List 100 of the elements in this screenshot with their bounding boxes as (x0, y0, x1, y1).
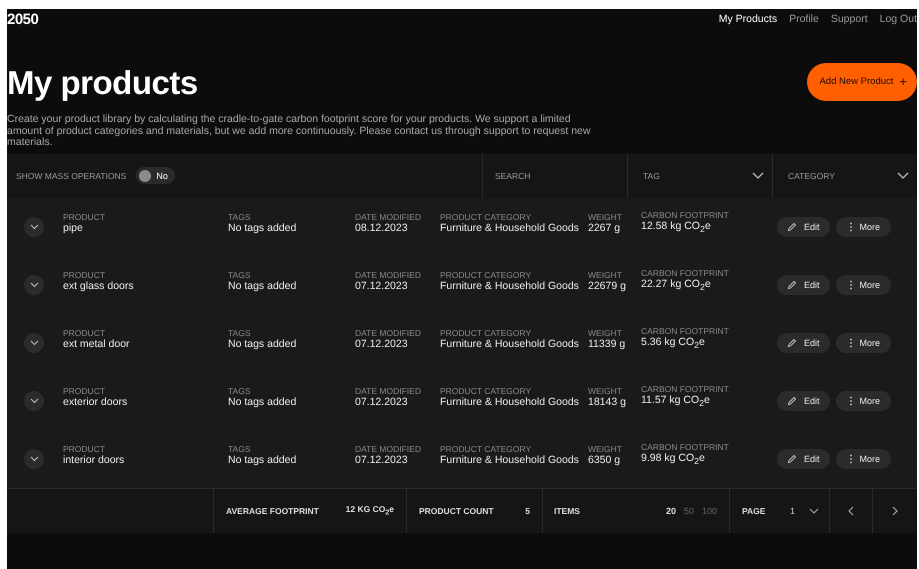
expand-button[interactable] (24, 332, 44, 352)
logo[interactable]: 2050 (7, 10, 38, 28)
field-label: DATE MODIFIED (355, 270, 422, 280)
field-label: DATE MODIFIED (355, 212, 422, 222)
chevron-down-icon (30, 282, 38, 288)
field-label: DATE MODIFIED (355, 386, 422, 396)
field-label: PRODUCT CATEGORY (440, 386, 532, 396)
pencil-icon (787, 396, 797, 406)
more-button[interactable]: More (836, 332, 892, 352)
field-label: WEIGHT (588, 386, 623, 396)
field-label: PRODUCT (63, 328, 106, 338)
page-select[interactable]: 1 (790, 506, 819, 516)
tags-value: No tags added (228, 454, 298, 467)
chevron-down-icon (752, 172, 764, 180)
field-label: PRODUCT CATEGORY (440, 270, 532, 280)
edit-button[interactable]: Edit (777, 448, 830, 468)
chevron-down-icon (809, 508, 819, 514)
more-button[interactable]: More (836, 216, 892, 236)
tags-value: No tags added (228, 280, 298, 293)
field-label: PRODUCT CATEGORY (440, 328, 532, 338)
category-value: Furniture & Household Goods (440, 396, 580, 409)
field-label: TAGS (228, 270, 252, 280)
field-label: WEIGHT (588, 444, 623, 454)
field-label: PRODUCT CATEGORY (440, 444, 532, 454)
weight-value: 2267 g (588, 222, 622, 235)
tags-value: No tags added (228, 222, 298, 235)
field-label: WEIGHT (588, 212, 623, 222)
field-label: TAGS (228, 212, 252, 222)
tags-value: No tags added (228, 396, 298, 409)
more-button[interactable]: More (836, 274, 892, 294)
category-value: Furniture & Household Goods (440, 280, 580, 293)
field-label: CARBON FOOTPRINT (641, 210, 730, 220)
category-value: Furniture & Household Goods (440, 454, 580, 467)
field-label: WEIGHT (588, 270, 623, 280)
expand-button[interactable] (24, 390, 44, 410)
edit-button[interactable]: Edit (777, 332, 830, 352)
product-name: ext glass doors (63, 280, 135, 293)
product-name: pipe (63, 222, 84, 235)
more-icon (848, 222, 853, 232)
field-label: TAGS (228, 328, 252, 338)
nav-link[interactable]: Log Out (880, 13, 917, 25)
mass-operations-toggle[interactable]: No (136, 167, 175, 184)
pencil-icon (787, 338, 797, 348)
footprint-value: 11.57 kg CO$_{2}$e (641, 394, 711, 411)
nav-link[interactable]: My Products (718, 13, 778, 25)
category-value: Furniture & Household Goods (440, 338, 580, 351)
field-label: PRODUCT (63, 270, 106, 280)
pencil-icon (787, 222, 797, 232)
tags-value: No tags added (228, 338, 298, 351)
chevron-right-icon (892, 506, 898, 516)
items-per-page-option[interactable]: 20 (666, 506, 676, 516)
more-button[interactable]: More (836, 448, 892, 468)
chevron-down-icon (30, 340, 38, 346)
field-label: TAGS (228, 386, 252, 396)
expand-button[interactable] (24, 448, 44, 468)
nav-link[interactable]: Support (830, 13, 868, 25)
weight-value: 6350 g (588, 454, 622, 467)
date-value: 07.12.2023 (355, 454, 409, 467)
footprint-value: 22.27 kg CO$_{2}$e (641, 278, 712, 295)
date-value: 07.12.2023 (355, 280, 409, 293)
footprint-value: 12.58 kg CO$_{2}$e (641, 220, 712, 237)
weight-value: 11339 g (588, 338, 626, 351)
chevron-down-icon (30, 456, 38, 462)
edit-button[interactable]: Edit (777, 274, 830, 294)
footprint-value: 9.98 kg CO$_{2}$e (641, 452, 706, 469)
field-label: CARBON FOOTPRINT (641, 268, 730, 278)
pencil-icon (787, 454, 797, 464)
weight-value: 18143 g (588, 396, 627, 409)
field-label: PRODUCT (63, 212, 106, 222)
field-label: TAGS (228, 444, 252, 454)
more-icon (848, 280, 853, 290)
more-icon (848, 454, 853, 464)
nav-link[interactable]: Profile (789, 13, 819, 25)
field-label: WEIGHT (588, 328, 623, 338)
page-label: PAGE (742, 506, 766, 516)
edit-button[interactable]: Edit (777, 216, 830, 236)
product-count-value: 5 (525, 506, 530, 516)
date-value: 07.12.2023 (355, 338, 409, 351)
chevron-down-icon (30, 398, 38, 404)
more-button[interactable]: More (836, 390, 892, 410)
average-footprint-label: AVERAGE FOOTPRINT (226, 506, 319, 516)
field-label: CARBON FOOTPRINT (641, 442, 730, 452)
field-label: CARBON FOOTPRINT (641, 384, 730, 394)
add-product-button[interactable]: Add New Product + (807, 62, 917, 100)
expand-button[interactable] (24, 274, 44, 294)
chevron-down-icon (30, 224, 38, 230)
page-title: My products (7, 64, 198, 102)
mass-operations-label: SHOW MASS OPERATIONS (16, 170, 126, 180)
expand-button[interactable] (24, 216, 44, 236)
product-name: ext metal door (63, 338, 131, 351)
date-value: 07.12.2023 (355, 396, 409, 409)
footprint-value: 5.36 kg CO$_{2}$e (641, 336, 706, 353)
chevron-left-icon (848, 506, 854, 516)
field-label: CARBON FOOTPRINT (641, 326, 730, 336)
product-name: exterior doors (63, 396, 128, 409)
category-value: Furniture & Household Goods (440, 222, 580, 235)
field-label: PRODUCT CATEGORY (440, 212, 532, 222)
edit-button[interactable]: Edit (777, 390, 830, 410)
items-label: ITEMS (554, 506, 580, 516)
field-label: DATE MODIFIED (355, 328, 422, 338)
